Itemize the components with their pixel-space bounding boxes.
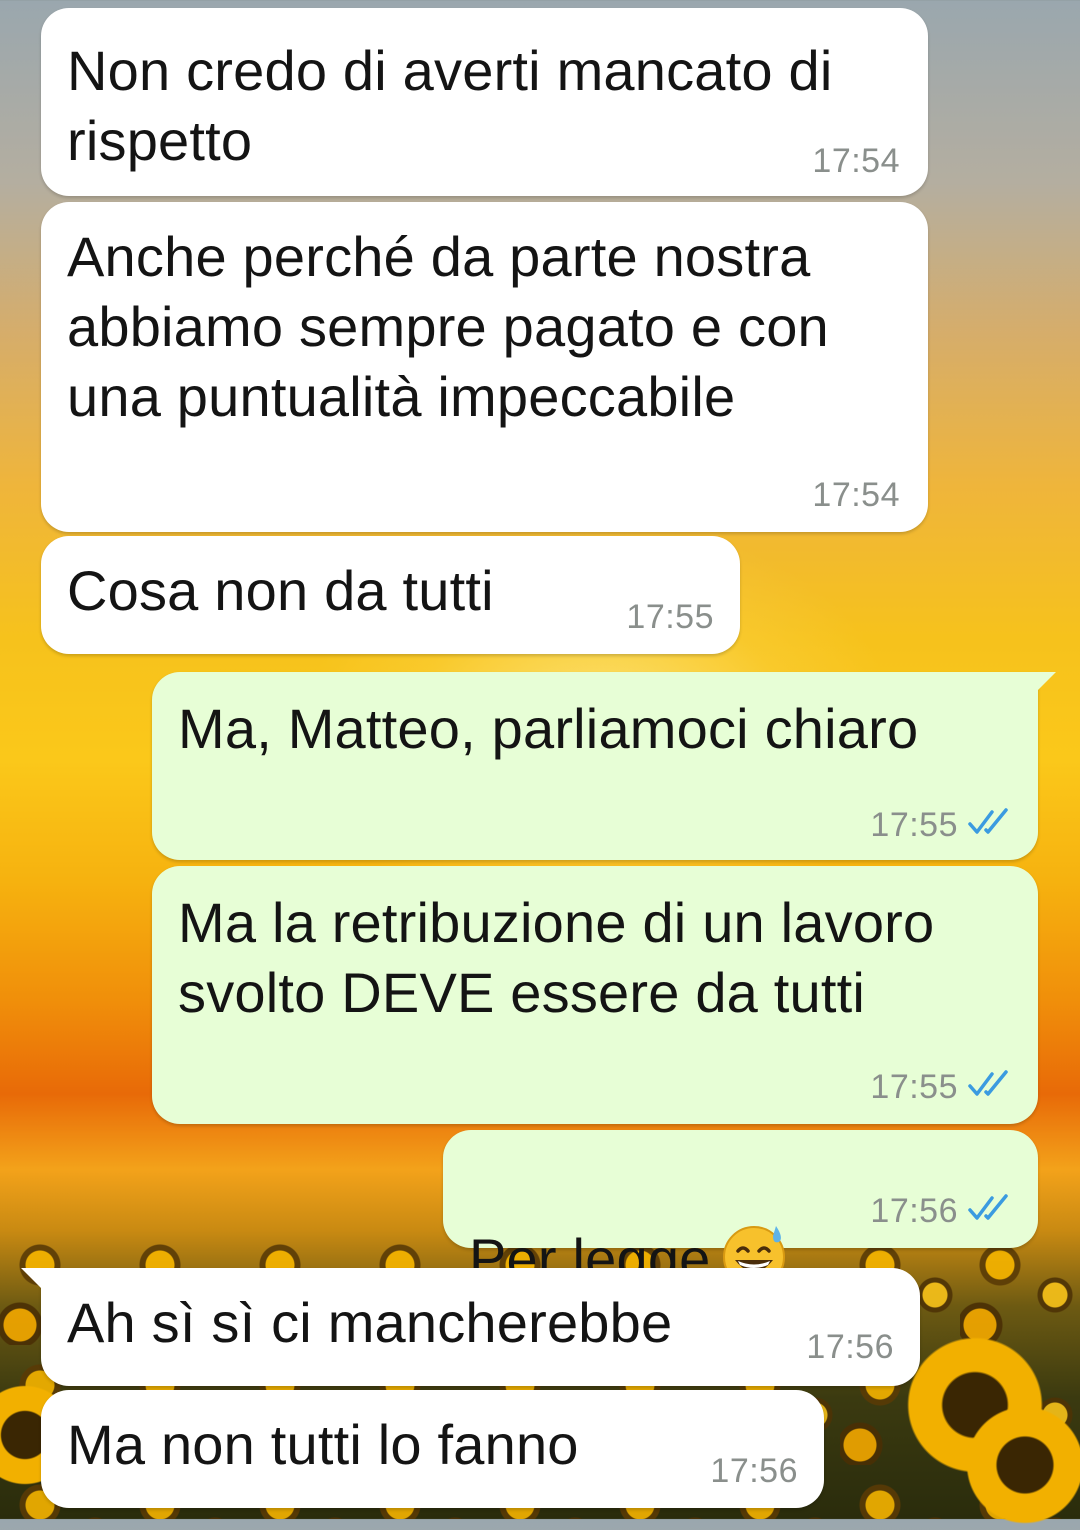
message-text: Ah sì sì ci mancherebbe [67, 1291, 673, 1354]
bubble-tail [21, 1268, 49, 1296]
outgoing-message-bubble[interactable]: Ma, Matteo, parliamoci chiaro 17:55 [152, 672, 1056, 860]
incoming-message-bubble[interactable]: Cosa non da tutti 17:55 [41, 536, 740, 654]
wallpaper-sunflower [960, 1400, 1080, 1530]
message-text: Ma, Matteo, parliamoci chiaro [178, 697, 919, 760]
incoming-message-bubble[interactable]: Ma non tutti lo fanno 17:56 [41, 1390, 824, 1508]
bubble-tail [1028, 672, 1056, 700]
incoming-message-bubble[interactable]: Ah sì sì ci mancherebbe 17:56 [21, 1268, 920, 1386]
message-timestamp: 17:56 [710, 1452, 798, 1490]
incoming-message-bubble[interactable]: Non credo di averti mancato di rispetto … [41, 8, 928, 196]
message-timestamp: 17:54 [812, 476, 900, 514]
message-timestamp: 17:56 [870, 1192, 958, 1230]
message-timestamp: 17:54 [812, 142, 900, 180]
message-timestamp: 17:56 [806, 1328, 894, 1366]
message-text: Anche perché da parte nostra abbiamo sem… [67, 225, 829, 428]
incoming-message-bubble[interactable]: Anche perché da parte nostra abbiamo sem… [41, 202, 928, 532]
message-timestamp: 17:55 [626, 598, 714, 636]
read-double-check-icon [968, 808, 1008, 834]
message-text: Cosa non da tutti [67, 559, 494, 622]
message-timestamp: 17:55 [870, 806, 958, 844]
outgoing-message-bubble[interactable]: Per legge 17:56 [443, 1130, 1038, 1290]
read-double-check-icon [968, 1194, 1008, 1220]
message-text: Ma non tutti lo fanno [67, 1413, 579, 1476]
message-text: Ma la retribuzione di un lavoro svolto D… [178, 891, 935, 1024]
read-double-check-icon [968, 1070, 1008, 1096]
message-timestamp: 17:55 [870, 1068, 958, 1106]
message-text: Non credo di averti mancato di rispetto [67, 39, 833, 172]
outgoing-message-bubble[interactable]: Ma la retribuzione di un lavoro svolto D… [152, 866, 1038, 1124]
